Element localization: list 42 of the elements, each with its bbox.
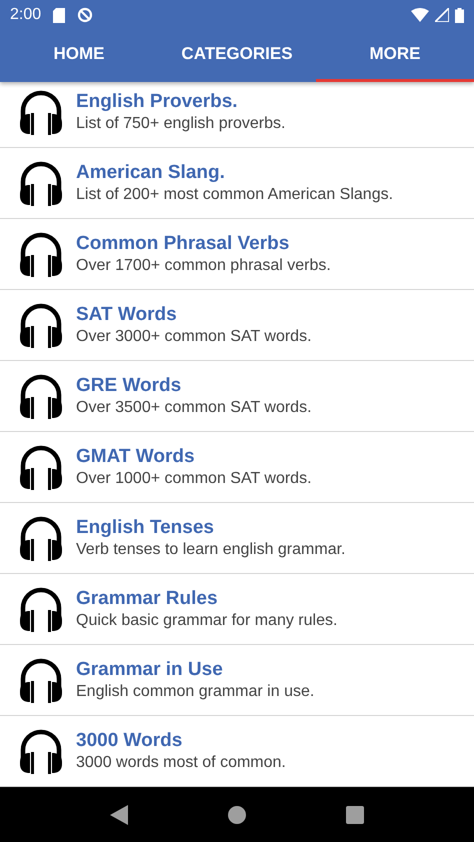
headphones-icon (18, 160, 64, 206)
item-title[interactable]: 3000 Words (76, 730, 286, 752)
sd-card-icon (53, 8, 66, 22)
headphones-icon (18, 373, 64, 419)
home-icon[interactable] (228, 806, 246, 824)
item-title[interactable]: GRE Words (76, 375, 312, 397)
item-title[interactable]: Grammar Rules (76, 588, 338, 610)
recents-icon[interactable] (346, 806, 364, 824)
back-icon[interactable] (110, 804, 128, 824)
item-description: Over 1000+ common SAT words. (76, 470, 312, 488)
headphones-icon (18, 728, 64, 774)
item-description: 3000 words most of common. (76, 754, 286, 772)
item-title[interactable]: American Slang. (76, 162, 394, 184)
headphones-icon (18, 231, 64, 277)
headphones-icon (18, 515, 64, 561)
headphones-icon (18, 586, 64, 632)
headphones-icon (18, 302, 64, 348)
status-time: 2:00 (10, 6, 42, 24)
item-description: Quick basic grammar for many rules. (76, 612, 338, 630)
headphones-icon (18, 657, 64, 703)
tab[interactable]: MORE (316, 30, 474, 82)
item-description: List of 750+ english proverbs. (76, 115, 286, 133)
tab[interactable]: HOME (0, 30, 158, 82)
item-title[interactable]: Grammar in Use (76, 659, 314, 681)
item-description: List of 200+ most common American Slangs. (76, 186, 394, 204)
item-description: Over 3000+ common SAT words. (76, 328, 312, 346)
headphones-icon (18, 89, 64, 135)
item-description: Verb tenses to learn english grammar. (76, 541, 346, 559)
item-title[interactable]: SAT Words (76, 304, 312, 326)
battery-icon (455, 8, 464, 22)
signal-icon (435, 8, 449, 22)
item-title[interactable]: English Proverbs. (76, 91, 286, 113)
headphones-icon (18, 444, 64, 490)
item-description: English common grammar in use. (76, 683, 314, 701)
item-title[interactable]: GMAT Words (76, 446, 312, 468)
item-title[interactable]: English Tenses (76, 517, 346, 539)
wifi-icon (411, 8, 429, 22)
item-title[interactable]: Common Phrasal Verbs (76, 233, 331, 255)
no-sync-icon (77, 7, 94, 23)
tab[interactable]: CATEGORIES (158, 30, 316, 82)
item-description: Over 3500+ common SAT words. (76, 399, 312, 417)
item-description: Over 1700+ common phrasal verbs. (76, 257, 331, 275)
